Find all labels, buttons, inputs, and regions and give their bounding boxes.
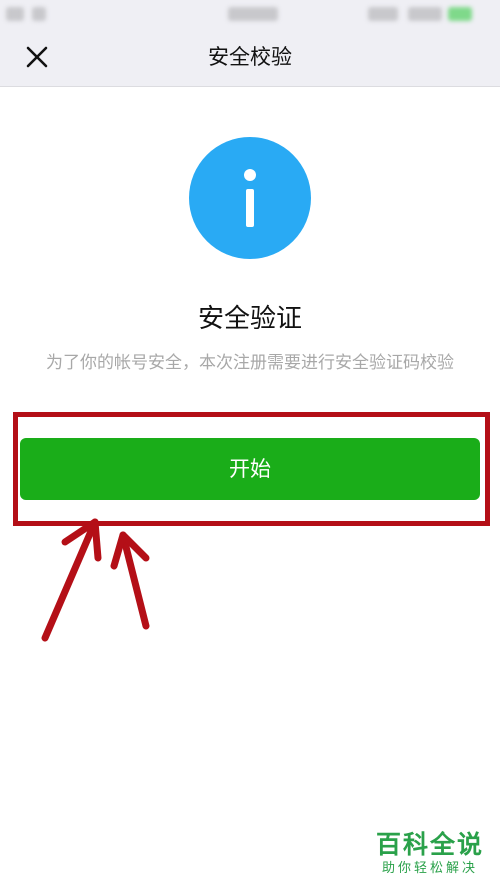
status-blur-left	[6, 7, 24, 21]
page-title: 安全验证	[197, 304, 302, 334]
close-icon	[26, 46, 48, 68]
info-icon	[189, 137, 311, 259]
nav-bar: 安全校验	[0, 28, 500, 87]
status-blur-right	[368, 7, 398, 21]
status-blur-left-2	[32, 7, 46, 21]
watermark: 百科全说 助你轻松解决	[376, 830, 484, 878]
watermark-sub: 助你轻松解决	[381, 861, 478, 876]
arrow-left	[41, 518, 102, 642]
status-blur-center	[228, 7, 278, 21]
close-button[interactable]	[20, 40, 54, 74]
status-blur-right-2	[408, 7, 442, 21]
start-button[interactable]: 开始	[20, 438, 480, 500]
nav-title: 安全校验	[208, 45, 292, 69]
watermark-main: 百科全说	[375, 830, 484, 859]
description-text: 为了你的帐号安全，本次注册需要进行安全验证码校验	[46, 353, 454, 373]
annotation-arrows	[41, 518, 150, 642]
status-bar	[0, 0, 500, 28]
arrow-right	[110, 531, 150, 630]
battery-blur	[448, 7, 472, 21]
